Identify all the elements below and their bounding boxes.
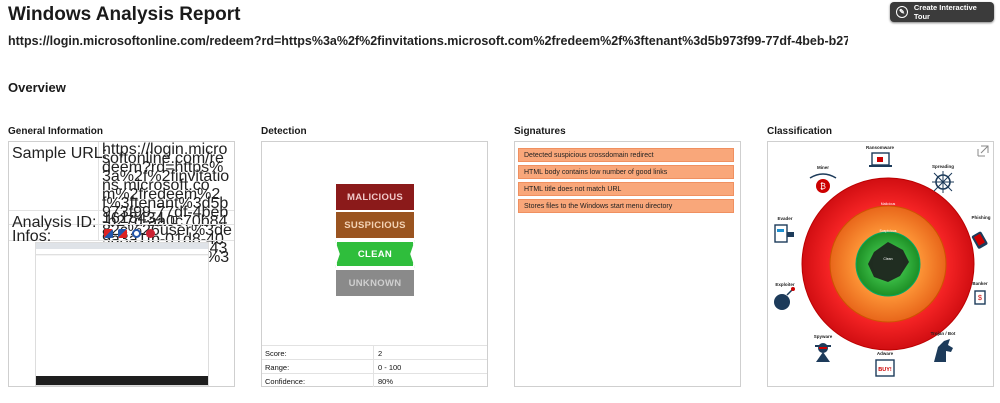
page-title: Windows Analysis Report — [8, 4, 241, 25]
label-trojan-bot: Trojan / Bot — [931, 331, 956, 336]
detection-malicious: MALICIOUS — [336, 184, 414, 210]
detection-heading: Detection — [261, 126, 307, 137]
create-tour-button[interactable]: ✎ Create Interactive Tour — [890, 2, 994, 22]
label-phishing: Phishing — [972, 215, 991, 220]
ransomware-icon — [869, 152, 892, 167]
range-label: Range: — [265, 363, 290, 372]
sample-url-label: Sample URL: — [12, 145, 108, 162]
detection-clean: CLEAN — [335, 240, 415, 268]
analysis-id-cell: 1618434 — [102, 211, 232, 227]
classification-heading: Classification — [767, 126, 833, 137]
detection-unknown: UNKNOWN — [336, 270, 414, 296]
label-adware: Adware — [877, 351, 894, 356]
general-info-heading: General Information — [8, 126, 104, 137]
detection-stats: Score: 2 Range: 0 - 100 Confidence: 80% — [262, 345, 487, 387]
signature-item[interactable]: HTML title does not match URL — [518, 182, 734, 196]
spyware-icon — [815, 343, 831, 362]
confidence-row: Confidence: 80% — [262, 373, 487, 387]
label-spyware: Spyware — [814, 334, 833, 339]
trojan-horse-icon — [934, 339, 953, 362]
svg-text:$: $ — [978, 295, 982, 302]
svg-text:₿: ₿ — [820, 182, 826, 191]
detection-meter: MALICIOUS SUSPICIOUS CLEAN UNKNOWN — [335, 184, 416, 298]
browser-info-icon[interactable] — [104, 229, 113, 238]
label-miner: Miner — [817, 165, 829, 170]
analysis-id-row: Analysis ID: 1618434 — [9, 211, 234, 231]
range-value: 0 - 100 — [378, 363, 402, 372]
classification-panel: Malicious Suspicious Clean Ransomware Sp… — [767, 141, 994, 387]
bomb-icon — [774, 287, 795, 310]
spreading-icon — [932, 171, 954, 193]
confidence-label: Confidence: — [265, 377, 306, 386]
detection-suspicious: SUSPICIOUS — [336, 212, 414, 238]
score-value: 2 — [378, 349, 383, 358]
signatures-heading: Signatures — [514, 126, 566, 137]
sample-url-row: Sample URL: https://login.microsoftonlin… — [9, 142, 234, 266]
info-icons — [104, 229, 155, 238]
infos-row: Infos: — [9, 225, 234, 245]
search-icon[interactable] — [132, 229, 141, 238]
confidence-value: 80% — [378, 377, 394, 386]
sample-url-heading: https://login.microsoftonline.com/redeem… — [8, 34, 848, 48]
create-tour-label: Create Interactive Tour — [913, 3, 977, 21]
copy-icon[interactable] — [170, 216, 177, 224]
range-row: Range: 0 - 100 — [262, 359, 487, 373]
adware-icon: BUY! — [875, 359, 895, 377]
ring-label-suspicious: Suspicious — [880, 229, 897, 233]
score-row: Score: 2 — [262, 345, 487, 359]
signatures-panel: Detected suspicious crossdomain redirect… — [514, 141, 741, 387]
signature-item[interactable]: Stores files to the Windows start menu d… — [518, 199, 734, 213]
users-icon[interactable] — [146, 229, 155, 238]
label-ransomware: Ransomware — [866, 145, 895, 150]
overview-heading: Overview — [8, 80, 66, 95]
ring-label-clean: Clean — [883, 257, 892, 261]
general-info-panel: Sample URL: https://login.microsoftonlin… — [8, 141, 235, 387]
evader-icon — [774, 224, 794, 243]
signature-item[interactable]: HTML body contains low number of good li… — [518, 165, 734, 179]
label-banker: Banker — [972, 281, 988, 286]
score-label: Score: — [265, 349, 287, 358]
label-exploiter: Exploiter — [775, 282, 795, 287]
svg-text:BUY!: BUY! — [878, 367, 892, 373]
detection-panel: MALICIOUS SUSPICIOUS CLEAN UNKNOWN Score… — [261, 141, 488, 387]
classification-radar: Malicious Suspicious Clean Ransomware Sp… — [774, 145, 991, 377]
pencil-icon: ✎ — [896, 6, 908, 18]
signature-item[interactable]: Detected suspicious crossdomain redirect — [518, 148, 734, 162]
miner-icon: ₿ — [809, 173, 837, 193]
banker-icon: $ — [974, 290, 986, 305]
phishing-icon — [971, 231, 988, 249]
expand-icon[interactable] — [977, 145, 989, 157]
ring-label-malicious: Malicious — [881, 202, 896, 206]
label-evader: Evader — [777, 216, 792, 221]
signature-list: Detected suspicious crossdomain redirect… — [518, 148, 734, 216]
screenshot-thumbnail[interactable] — [35, 242, 209, 386]
network-info-icon[interactable] — [118, 229, 127, 238]
label-spreading: Spreading — [932, 164, 954, 169]
